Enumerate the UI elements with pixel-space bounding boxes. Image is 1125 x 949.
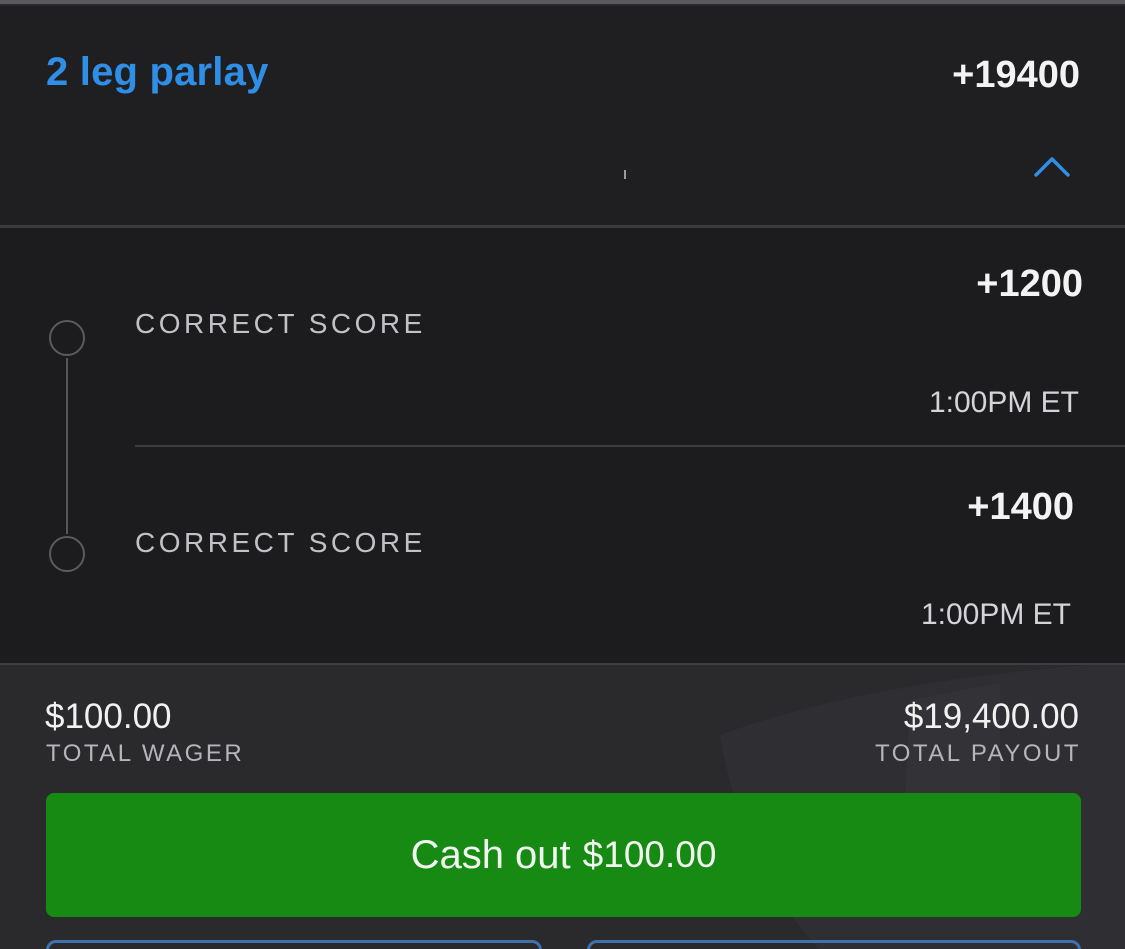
cash-out-button[interactable]: Cash out $100.00 bbox=[46, 793, 1081, 917]
leg-2-market: CORRECT SCORE bbox=[135, 527, 426, 558]
secondary-button-left[interactable] bbox=[46, 940, 542, 949]
parlay-odds: +19400 bbox=[952, 54, 1080, 96]
total-wager-amount: $100.00 bbox=[45, 697, 172, 736]
leg-1-market: CORRECT SCORE bbox=[135, 308, 426, 339]
cash-out-amount: $100.00 bbox=[582, 834, 717, 875]
speck bbox=[624, 170, 626, 179]
timeline-node-icon bbox=[49, 320, 85, 356]
leg-2-odds: +1400 bbox=[967, 486, 1074, 528]
leg-1-time: 1:00PM ET bbox=[928, 386, 1079, 419]
cash-out-label: Cash out bbox=[410, 832, 571, 877]
timeline-node-icon bbox=[49, 536, 85, 572]
leg-2-time: 1:00PM ET bbox=[920, 598, 1071, 631]
parlay-header[interactable]: 2 leg parlay +19400 bbox=[0, 6, 1125, 226]
total-payout-label: TOTAL PAYOUT bbox=[874, 740, 1081, 767]
timeline-line bbox=[66, 358, 68, 534]
top-edge bbox=[0, 0, 1125, 6]
secondary-button-right[interactable] bbox=[587, 940, 1081, 949]
leg-divider bbox=[135, 445, 1125, 447]
parlay-title: 2 leg parlay bbox=[46, 50, 269, 94]
chevron-up-icon[interactable] bbox=[1033, 154, 1071, 178]
total-wager-label: TOTAL WAGER bbox=[46, 740, 245, 767]
leg-1-odds: +1200 bbox=[976, 263, 1083, 305]
total-payout-amount: $19,400.00 bbox=[903, 697, 1079, 736]
bet-card: 2 leg parlay +19400 CORRECT SCORE +1200 … bbox=[0, 0, 1125, 949]
